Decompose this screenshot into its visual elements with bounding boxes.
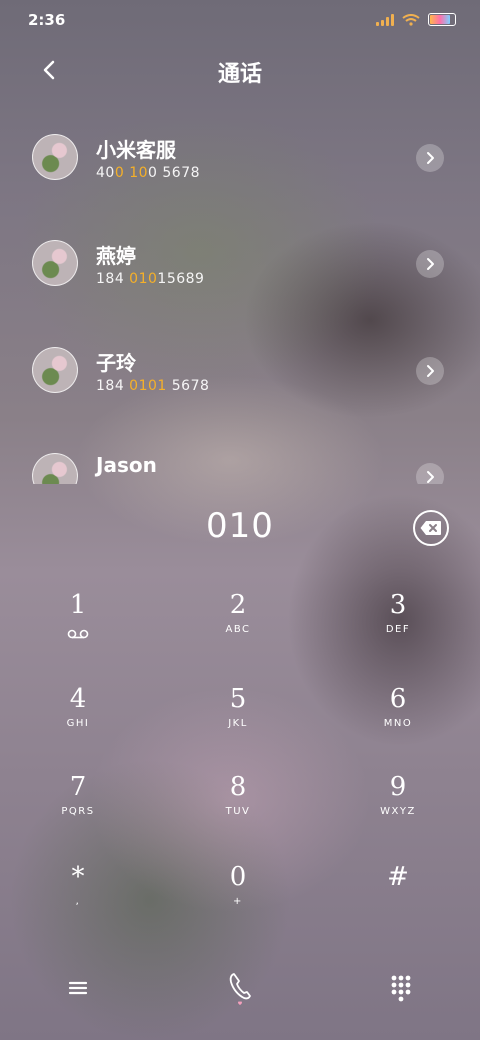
key-digit: *	[71, 862, 85, 892]
contact-list: 小米客服 400 100 5678 燕婷 184 01015689 子玲 184 0101…	[0, 104, 480, 484]
key-9[interactable]: 9 WXYZ	[338, 772, 458, 842]
chevron-right-icon	[427, 365, 434, 377]
call-button[interactable]	[226, 970, 254, 1010]
contact-number: 184 01015689	[96, 271, 204, 287]
contact-item[interactable]: 小米客服 400 100 5678	[0, 104, 480, 210]
bottom-bar	[0, 968, 480, 1016]
key-digit: 1	[69, 590, 87, 620]
key-2[interactable]: 2 ABC	[178, 590, 298, 660]
status-time: 2:36	[28, 11, 66, 29]
key-letters: PQRS	[61, 806, 95, 817]
contact-item[interactable]: 燕婷 184 01015689	[0, 210, 480, 316]
status-bar: 2:36	[0, 0, 480, 40]
key-digit: 6	[389, 684, 407, 714]
contact-detail-button[interactable]	[416, 144, 444, 172]
chevron-right-icon	[427, 258, 434, 270]
menu-icon	[68, 981, 88, 995]
key-4[interactable]: 4 GHI	[18, 684, 138, 754]
key-5[interactable]: 5 JKL	[178, 684, 298, 754]
contact-item[interactable]: Jason	[0, 423, 480, 484]
key-letters: MNO	[383, 718, 413, 729]
key-digit: 8	[229, 772, 247, 802]
key-hash[interactable]: #	[338, 862, 458, 932]
contact-item[interactable]: 子玲 184 0101 5678	[0, 317, 480, 423]
menu-button[interactable]	[66, 976, 90, 1000]
matched-digits: 0	[114, 165, 125, 181]
key-letters: JKL	[228, 718, 248, 729]
key-digit: 4	[69, 684, 87, 714]
number-part: 5678	[166, 378, 210, 394]
contact-number: 400 100 5678	[96, 165, 200, 181]
contact-name: 小米客服	[96, 138, 176, 162]
number-part: 184	[96, 271, 130, 287]
matched-digits: 0101	[129, 378, 167, 394]
contact-detail-button[interactable]	[416, 357, 444, 385]
dialpad-button[interactable]	[389, 974, 413, 1002]
key-8[interactable]: 8 TUV	[178, 772, 298, 842]
key-7[interactable]: 7 PQRS	[18, 772, 138, 842]
key-letters: GHI	[66, 718, 90, 729]
key-digit: #	[387, 862, 409, 892]
contact-number: 184 0101 5678	[96, 378, 209, 394]
contact-name: 燕婷	[96, 244, 136, 268]
dialpad-icon	[391, 975, 411, 1002]
signal-icon	[376, 13, 394, 26]
key-3[interactable]: 3 DEF	[338, 590, 458, 660]
matched-digits: 10	[129, 165, 149, 181]
header: 通话	[0, 48, 480, 92]
number-part: 40	[96, 165, 115, 181]
key-digit: 9	[389, 772, 407, 802]
status-icons	[376, 13, 456, 26]
avatar	[32, 240, 78, 286]
key-letters: DEF	[385, 624, 411, 635]
page-title: 通话	[217, 62, 262, 87]
contact-name: Jason	[96, 453, 157, 477]
backspace-button[interactable]	[413, 510, 449, 546]
wifi-icon	[402, 13, 420, 26]
key-digit: 2	[229, 590, 247, 620]
contact-detail-button[interactable]	[416, 250, 444, 278]
battery-level	[430, 15, 451, 24]
key-digit: 3	[389, 590, 407, 620]
key-letters: TUV	[225, 806, 251, 817]
battery-icon	[428, 13, 456, 26]
avatar	[32, 347, 78, 393]
key-letters: WXYZ	[380, 806, 416, 817]
key-letters: +	[233, 896, 243, 907]
chevron-right-icon	[427, 471, 434, 483]
contact-detail-button[interactable]	[416, 463, 444, 484]
dialed-number: 010	[206, 506, 274, 546]
key-digit: 7	[69, 772, 87, 802]
number-part: 15689	[157, 271, 205, 287]
key-letters: ABC	[225, 624, 251, 635]
key-digit: 5	[229, 684, 247, 714]
number-display: 010	[0, 504, 480, 554]
avatar	[32, 134, 78, 180]
chevron-right-icon	[427, 152, 434, 164]
contact-name: 子玲	[96, 351, 136, 375]
key-1[interactable]: 1	[18, 590, 138, 660]
matched-digits: 010	[129, 271, 158, 287]
key-digit: 0	[229, 862, 247, 892]
key-0[interactable]: 0 +	[178, 862, 298, 932]
phone-icon	[229, 973, 251, 1005]
number-part: 184	[96, 378, 130, 394]
key-letters: ,	[75, 896, 81, 907]
number-part: 0 5678	[148, 165, 201, 181]
voicemail-icon	[67, 624, 89, 643]
backspace-icon	[420, 521, 441, 535]
key-6[interactable]: 6 MNO	[338, 684, 458, 754]
key-star[interactable]: *,	[18, 862, 138, 932]
avatar	[32, 453, 78, 484]
